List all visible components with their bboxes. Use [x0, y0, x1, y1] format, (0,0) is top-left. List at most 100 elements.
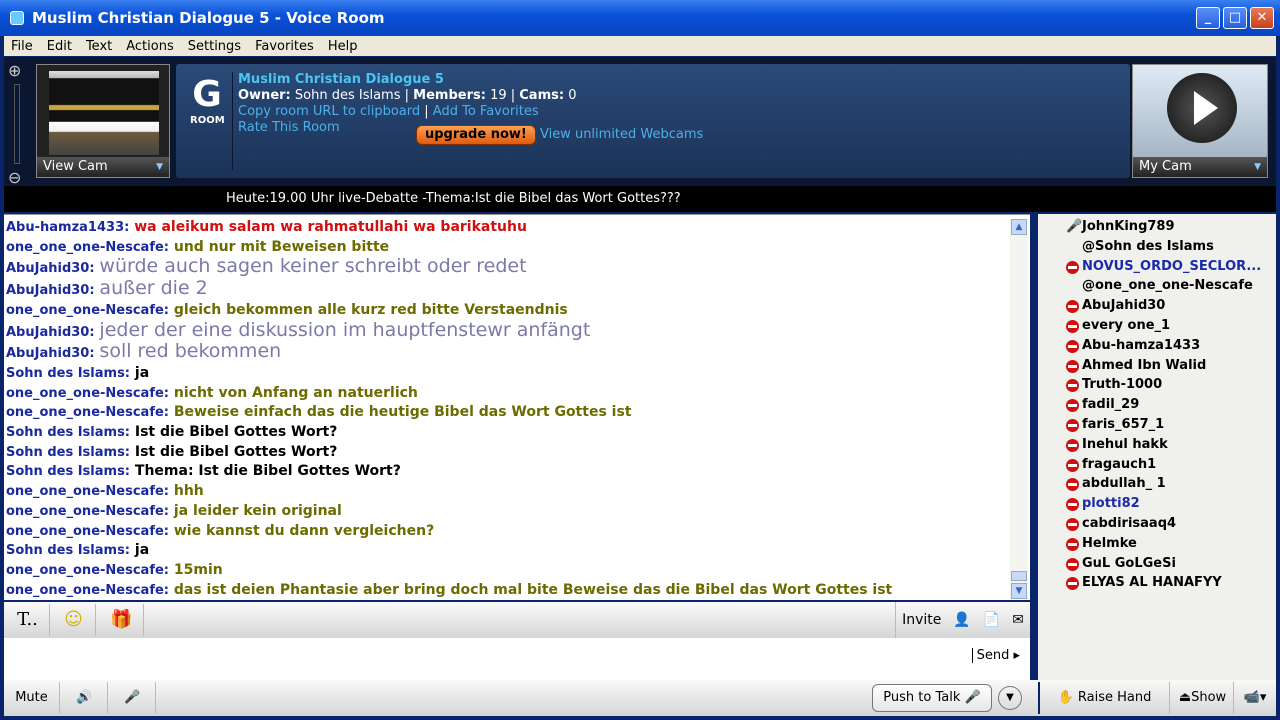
add-user-icon[interactable]: 👤 — [953, 612, 970, 628]
zoom-slider[interactable] — [14, 84, 20, 164]
send-button[interactable]: Send ▸ — [971, 648, 1020, 663]
user-list-item[interactable]: ELYAS AL HANAFYY — [1038, 573, 1276, 593]
emoji-button[interactable]: ☺ — [52, 604, 96, 636]
menu-favorites[interactable]: Favorites — [248, 39, 321, 54]
message-author[interactable]: one_one_one-Nescafe: — [6, 405, 169, 420]
user-name: Inehul hakk — [1082, 436, 1168, 452]
user-list-item[interactable]: every one_1 — [1038, 316, 1276, 336]
rate-room-link[interactable]: Rate This Room — [238, 120, 340, 136]
user-list-item[interactable]: 🎤 JohnKing789 — [1038, 217, 1276, 237]
user-list-item[interactable]: AbuJahid30 — [1038, 296, 1276, 316]
user-list-item[interactable]: fadil_29 — [1038, 395, 1276, 415]
chat-log: Abu-hamza1433: wa aleikum salam wa rahma… — [4, 214, 1030, 600]
copy-url-link[interactable]: Copy room URL to clipboard — [238, 104, 420, 119]
speaker-volume-button[interactable]: 🔊 — [62, 682, 108, 714]
user-list-item[interactable]: GuL GoLGeSi — [1038, 554, 1276, 574]
user-list-item[interactable]: Truth-1000 — [1038, 375, 1276, 395]
zoom-in-icon[interactable]: ⊕ — [8, 61, 30, 80]
user-name: NOVUS_ORDO_SECLOR... — [1082, 258, 1262, 274]
unlimited-webcams-link[interactable]: View unlimited Webcams — [540, 127, 703, 142]
user-list-item[interactable]: @one_one_one-Nescafe — [1038, 276, 1276, 296]
show-button[interactable]: ⏏Show — [1172, 682, 1234, 714]
mic-volume-button[interactable]: 🎤 — [110, 682, 156, 714]
message-author[interactable]: one_one_one-Nescafe: — [6, 240, 169, 255]
user-list-item[interactable]: @Sohn des Islams — [1038, 237, 1276, 257]
user-list-item[interactable]: Ahmed Ibn Walid — [1038, 356, 1276, 376]
scroll-down-button[interactable]: ▼ — [1011, 583, 1027, 599]
message-author[interactable]: one_one_one-Nescafe: — [6, 583, 169, 598]
user-name: Abu-hamza1433 — [1082, 337, 1201, 353]
email-invite-icon[interactable]: ✉ — [1012, 612, 1024, 628]
scroll-up-button[interactable]: ▲ — [1011, 219, 1027, 235]
view-cam-dropdown[interactable]: View Cam ▼ — [37, 157, 169, 177]
text-format-button[interactable]: T.. — [6, 604, 50, 636]
message-author[interactable]: AbuJahid30: — [6, 283, 95, 298]
scroll-thumb[interactable] — [1011, 571, 1027, 581]
user-list-item[interactable]: faris_657_1 — [1038, 415, 1276, 435]
user-name: @one_one_one-Nescafe — [1082, 278, 1253, 294]
raise-hand-button[interactable]: ✋ Raise Hand — [1038, 682, 1170, 714]
close-button[interactable]: ✕ — [1250, 7, 1274, 29]
message-author[interactable]: Sohn des Islams: — [6, 425, 130, 440]
add-favorites-link[interactable]: Add To Favorites — [433, 104, 539, 119]
message-author[interactable]: one_one_one-Nescafe: — [6, 563, 169, 578]
message-author[interactable]: Sohn des Islams: — [6, 464, 130, 479]
user-list-item[interactable]: Helmke — [1038, 534, 1276, 554]
play-icon[interactable] — [1167, 73, 1237, 143]
gift-button[interactable]: 🎁 — [100, 604, 144, 636]
maximize-button[interactable]: □ — [1223, 7, 1247, 29]
room-info-panel: G ROOM Muslim Christian Dialogue 5 Owner:… — [176, 64, 1130, 178]
copy-icon[interactable]: 📄 — [983, 612, 1000, 628]
user-list-item[interactable]: NOVUS_ORDO_SECLOR... — [1038, 257, 1276, 277]
zoom-out-icon[interactable]: ⊖ — [8, 168, 30, 187]
menu-edit[interactable]: Edit — [40, 39, 79, 54]
user-name: Truth-1000 — [1082, 377, 1163, 393]
message-author[interactable]: AbuJahid30: — [6, 325, 95, 340]
user-list-item[interactable]: abdullah_ 1 — [1038, 474, 1276, 494]
message-text: würde auch sagen keiner schreibt oder re… — [99, 255, 527, 278]
menu-settings[interactable]: Settings — [181, 39, 248, 54]
message-text: ja leider kein original — [173, 502, 342, 519]
ptt-options-button[interactable]: ▼ — [998, 686, 1022, 710]
menu-help[interactable]: Help — [321, 39, 365, 54]
user-name: ELYAS AL HANAFYY — [1082, 575, 1222, 591]
push-to-talk-button[interactable]: Push to Talk 🎤 — [872, 684, 992, 712]
message-author[interactable]: one_one_one-Nescafe: — [6, 504, 169, 519]
user-list-item[interactable]: cabdirisaaq4 — [1038, 514, 1276, 534]
user-list-item[interactable]: Inehul hakk — [1038, 435, 1276, 455]
members-count: 19 — [490, 88, 507, 103]
user-list-item[interactable]: plotti82 — [1038, 494, 1276, 514]
room-header: ⊕ ⊖ View Cam ▼ G ROOM Muslim Christian Dia… — [4, 57, 1276, 187]
menu-text[interactable]: Text — [79, 39, 119, 54]
message-author[interactable]: one_one_one-Nescafe: — [6, 386, 169, 401]
message-author[interactable]: Sohn des Islams: — [6, 366, 130, 381]
user-list-item[interactable]: Abu-hamza1433 — [1038, 336, 1276, 356]
message-author[interactable]: Sohn des Islams: — [6, 445, 130, 460]
message-author[interactable]: AbuJahid30: — [6, 261, 95, 276]
upgrade-button[interactable]: upgrade now! — [416, 125, 536, 145]
user-list-item[interactable]: fragauch1 — [1038, 455, 1276, 475]
owner-label: Owner: — [238, 88, 291, 103]
blocked-icon — [1066, 359, 1079, 373]
message-author[interactable]: Abu-hamza1433: — [6, 220, 129, 235]
message-author[interactable]: Sohn des Islams: — [6, 543, 130, 558]
mute-button[interactable]: Mute — [4, 682, 60, 714]
chat-scrollbar[interactable]: ▲ ▼ — [1010, 219, 1028, 599]
view-cam-label: View Cam — [43, 159, 108, 174]
message-author[interactable]: AbuJahid30: — [6, 346, 95, 361]
my-cam-dropdown[interactable]: My Cam ▼ — [1133, 157, 1267, 177]
cam-options-button[interactable]: 📹▾ — [1236, 682, 1274, 714]
menu-actions[interactable]: Actions — [119, 39, 181, 54]
chat-message: one_one_one-Nescafe: nicht von Anfang an… — [6, 384, 1030, 404]
message-input[interactable]: Send ▸ — [4, 638, 1030, 680]
minimize-button[interactable]: _ — [1196, 7, 1220, 29]
blocked-icon — [1066, 557, 1079, 571]
chevron-down-icon: ▼ — [1254, 162, 1261, 172]
message-text: Beweise einfach das die heutige Bibel da… — [173, 404, 632, 421]
message-author[interactable]: one_one_one-Nescafe: — [6, 484, 169, 499]
chat-message: one_one_one-Nescafe: das ist deien Phant… — [6, 581, 1030, 601]
menu-file[interactable]: File — [4, 39, 40, 54]
user-name: AbuJahid30 — [1082, 298, 1166, 314]
message-author[interactable]: one_one_one-Nescafe: — [6, 303, 169, 318]
message-author[interactable]: one_one_one-Nescafe: — [6, 524, 169, 539]
